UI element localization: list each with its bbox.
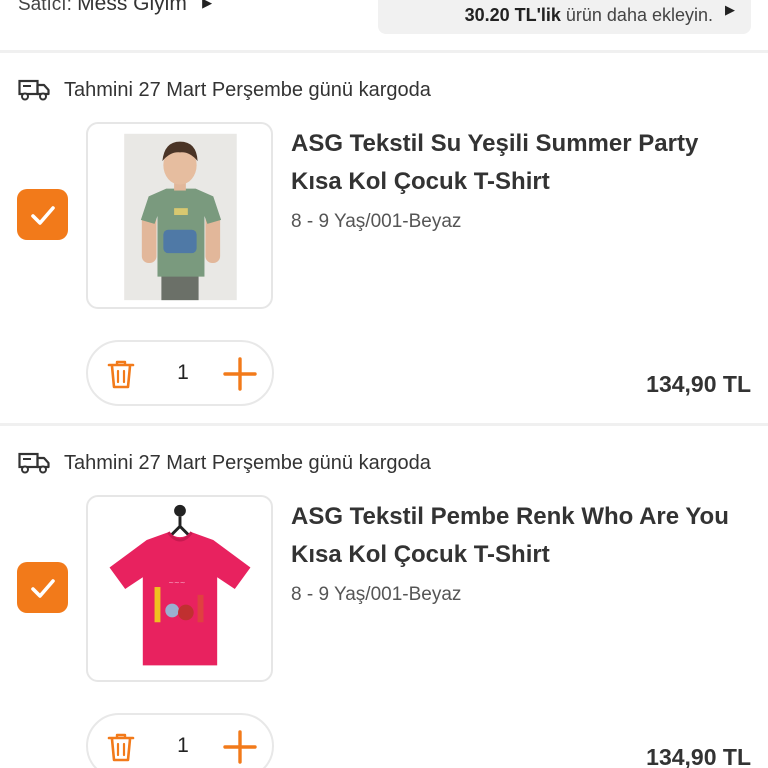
quantity-stepper: 1 <box>86 340 274 406</box>
item-checkbox[interactable] <box>17 562 68 613</box>
truck-icon <box>18 452 50 474</box>
quantity-value: 1 <box>177 734 189 757</box>
product-variant: 8 - 9 Yaş/001-Beyaz <box>291 584 462 605</box>
product-price: 134,90 TL <box>646 744 751 768</box>
promo-message: ürün daha ekleyin. <box>560 5 713 25</box>
shipping-text: Tahmini 27 Mart Perşembe günü kargoda <box>64 78 431 101</box>
trash-icon[interactable] <box>106 358 136 390</box>
plus-icon[interactable] <box>222 356 258 392</box>
cart-item: Tahmini 27 Mart Perşembe günü kargoda AS… <box>0 53 768 423</box>
shipping-text: Tahmini 27 Mart Perşembe günü kargoda <box>64 451 431 474</box>
product-title[interactable]: ASG Tekstil Pembe Renk Who Are You Kısa … <box>291 498 751 574</box>
boy-green-tshirt-photo <box>124 133 237 301</box>
seller-name: Mess Giyim <box>77 0 187 15</box>
product-image[interactable]: ~~~ <box>86 495 273 682</box>
quantity-stepper: 1 <box>86 713 274 768</box>
shipping-estimate: Tahmini 27 Mart Perşembe günü kargoda <box>18 450 431 476</box>
product-variant: 8 - 9 Yaş/001-Beyaz <box>291 211 462 232</box>
seller-label: Satıcı: <box>18 0 72 15</box>
promo-text: 30.20 TL'lik ürün daha ekleyin. <box>465 5 713 26</box>
plus-icon[interactable] <box>222 729 258 765</box>
check-icon <box>30 578 55 598</box>
shipping-estimate: Tahmini 27 Mart Perşembe günü kargoda <box>18 77 431 103</box>
product-title[interactable]: ASG Tekstil Su Yeşili Summer Party Kısa … <box>291 125 751 201</box>
promo-amount: 30.20 TL'lik <box>464 5 561 25</box>
chevron-right-icon: ▶ <box>725 2 735 17</box>
cart-item: Tahmini 27 Mart Perşembe günü kargoda ~~… <box>0 426 768 768</box>
trash-icon[interactable] <box>106 731 136 763</box>
product-price: 134,90 TL <box>646 371 751 397</box>
svg-text:~~~: ~~~ <box>168 579 185 587</box>
pink-tshirt-photo: ~~~ <box>109 504 251 666</box>
seller-link[interactable]: Satıcı: Mess Giyim ▶ <box>18 0 212 16</box>
quantity-value: 1 <box>177 361 189 384</box>
product-image[interactable] <box>86 122 273 309</box>
seller-bar: Satıcı: Mess Giyim ▶ 30.20 TL'lik ürün d… <box>0 0 768 50</box>
chevron-right-icon: ▶ <box>202 0 213 10</box>
item-checkbox[interactable] <box>17 189 68 240</box>
free-shipping-promo[interactable]: 30.20 TL'lik ürün daha ekleyin. ▶ <box>378 0 751 34</box>
truck-icon <box>18 79 50 101</box>
check-icon <box>30 205 55 225</box>
